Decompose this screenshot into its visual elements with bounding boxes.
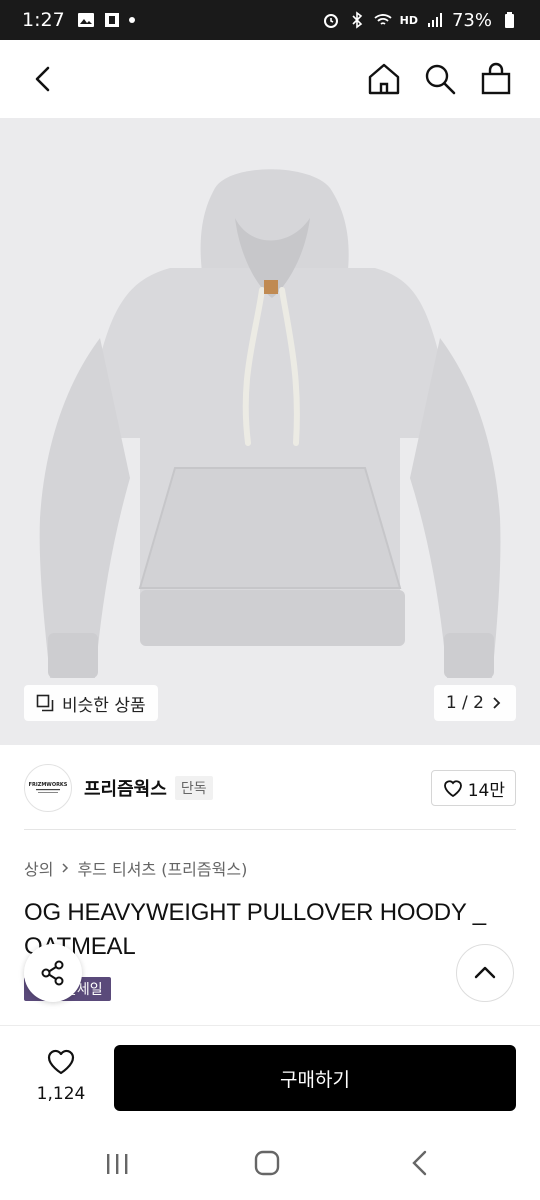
- purchase-bar: 1,124 구매하기: [0, 1026, 540, 1126]
- status-right: HD 73%: [322, 10, 518, 31]
- pager-text: 1 / 2: [445, 693, 484, 713]
- hoodie-image: [39, 169, 501, 678]
- wishlist-count: 1,124: [36, 1084, 86, 1104]
- top-navigation: [0, 40, 540, 118]
- divider: [24, 829, 516, 830]
- top-nav-actions: [366, 60, 514, 98]
- back-button[interactable]: [24, 60, 62, 98]
- status-time: 1:27: [22, 9, 65, 31]
- chevron-up-icon: [474, 966, 496, 979]
- brand-logo[interactable]: FRIZMWORKS: [24, 764, 72, 812]
- brand-logo-text: FRIZMWORKS: [29, 782, 68, 788]
- home-button[interactable]: [366, 60, 402, 98]
- image-pager[interactable]: 1 / 2: [433, 685, 516, 721]
- breadcrumb-subcategory[interactable]: 후드 티셔츠 (프리즘웍스): [77, 856, 247, 880]
- similar-products-button[interactable]: 비슷한 상품: [24, 685, 158, 721]
- network-label: HD: [399, 13, 418, 27]
- chevron-right-icon: [62, 863, 69, 873]
- exclusive-tag: 단독: [174, 776, 213, 800]
- wishlist-button[interactable]: 1,124: [36, 1046, 86, 1104]
- battery-percent: 73%: [451, 9, 492, 31]
- share-icon: [41, 960, 64, 986]
- chevron-right-icon: [493, 697, 501, 709]
- image-icon: [77, 13, 94, 27]
- search-icon: [425, 64, 456, 95]
- product-title: OG HEAVYWEIGHT PULLOVER HOODY _ OATMEAL: [24, 899, 486, 960]
- buy-button[interactable]: 구매하기: [114, 1045, 516, 1111]
- home-nav-icon[interactable]: [254, 1150, 280, 1176]
- similar-icon: [36, 694, 54, 712]
- back-nav-icon[interactable]: [408, 1150, 432, 1176]
- system-navigation: [0, 1126, 540, 1200]
- bluetooth-icon: [352, 11, 362, 29]
- brand-row: FRIZMWORKS 프리즘웍스 단독 14만: [24, 760, 516, 816]
- wifi-icon: [374, 14, 392, 25]
- brand-logo-image: FRIZMWORKS: [29, 782, 68, 793]
- more-dot-icon: [128, 17, 135, 23]
- brand-like-button[interactable]: 14만: [430, 770, 516, 806]
- brand-like-count: 14만: [467, 780, 505, 801]
- breadcrumb-category[interactable]: 상의: [24, 856, 53, 880]
- heart-icon: [47, 1049, 75, 1075]
- screen-mirror-icon: [104, 13, 119, 27]
- home-icon: [368, 63, 400, 95]
- heart-icon: [443, 780, 462, 798]
- shopping-bag-icon: [481, 62, 511, 95]
- chevron-left-icon: [35, 66, 50, 92]
- share-button[interactable]: [24, 944, 82, 1002]
- battery-icon: [505, 12, 514, 28]
- cart-button[interactable]: [478, 60, 514, 98]
- scroll-top-button[interactable]: [456, 944, 514, 1002]
- search-button[interactable]: [422, 60, 458, 98]
- breadcrumb: 상의 후드 티셔츠 (프리즘웍스): [24, 856, 247, 880]
- status-bar: 1:27 HD 73%: [0, 0, 540, 40]
- alarm-icon: [323, 14, 338, 28]
- product-image[interactable]: 비슷한 상품 1 / 2: [0, 118, 540, 745]
- notification-icons: [77, 11, 135, 29]
- signal-icon: [427, 13, 442, 27]
- brand-name[interactable]: 프리즘웍스: [84, 775, 167, 801]
- recent-apps-icon[interactable]: [104, 1152, 130, 1176]
- similar-label: 비슷한 상품: [62, 695, 146, 716]
